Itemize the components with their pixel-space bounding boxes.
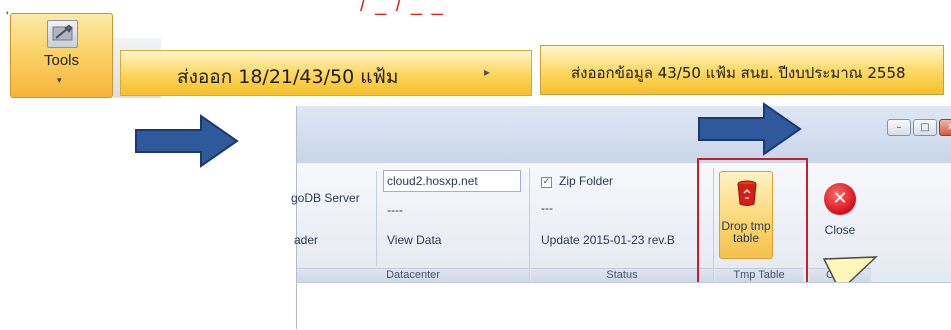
view-data-link[interactable]: View Data [387, 233, 441, 247]
tools-label: Tools [43, 52, 80, 69]
right-arrow-icon [133, 112, 243, 174]
placeholder-dash: ---- [387, 203, 403, 217]
right-arrow-icon [696, 100, 806, 162]
menu-item-export-budget[interactable]: ส่งออกข้อมูล 43/50 แฟ้ม สนย. ปีงบประมาณ … [540, 45, 944, 95]
maximize-button[interactable]: □ [913, 119, 937, 136]
highlight-box [697, 158, 808, 286]
title-bar: – □ ✕ [297, 106, 951, 162]
close-window-button[interactable]: ✕ [939, 119, 951, 136]
update-label: Update 2015-01-23 rev.B [541, 233, 675, 247]
mongodb-server-label: goDB Server [291, 191, 360, 205]
reader-label: ader [294, 233, 319, 247]
tools-icon [47, 20, 78, 48]
chevron-down-icon: ▾ [57, 76, 62, 86]
menu-item-label: ส่งออกข้อมูล 43/50 แฟ้ม สนย. ปีงบประมาณ … [571, 64, 906, 82]
zip-folder-checkbox[interactable]: ✓ [541, 177, 552, 188]
status-dash: --- [541, 201, 553, 215]
close-button[interactable]: ✕ Close [816, 171, 864, 261]
zip-folder-label: Zip Folder [559, 174, 614, 188]
close-icon: ✕ [824, 183, 856, 215]
minimize-button[interactable]: – [887, 119, 911, 136]
group-label: Datacenter [386, 269, 440, 281]
submenu-arrow-icon: ▸ [484, 65, 491, 79]
app-window: – □ ✕ goDB Server ader cloud2.hosxp.net … [291, 106, 951, 330]
menu-item-label: ส่งออก 18/21/43/50 แฟ้ม [177, 66, 399, 88]
content-area [297, 282, 951, 330]
server-input[interactable]: cloud2.hosxp.net [383, 170, 521, 192]
group-label: Status [606, 269, 638, 281]
menu-item-export-files[interactable]: ส่งออก 18/21/43/50 แฟ้ม ▸ [120, 50, 532, 96]
server-value: cloud2.hosxp.net [387, 174, 478, 188]
ribbon: goDB Server ader cloud2.hosxp.net ---- V… [291, 158, 951, 293]
tools-button[interactable]: Tools ▾ [10, 13, 113, 98]
separator [529, 168, 530, 283]
cropped-red-text: / _ / _ _ [360, 0, 445, 16]
close-label: Close [824, 223, 856, 237]
separator [376, 171, 377, 266]
